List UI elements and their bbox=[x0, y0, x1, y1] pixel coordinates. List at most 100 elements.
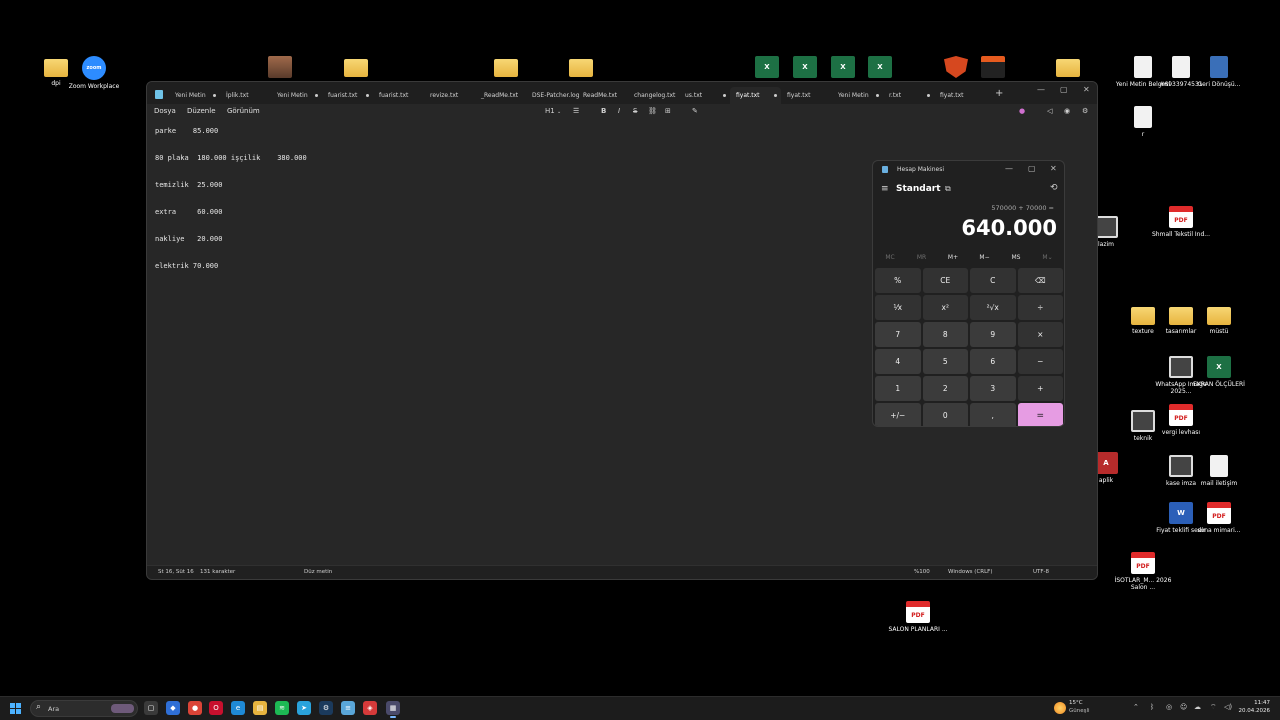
operator-button[interactable]: C bbox=[970, 268, 1016, 293]
notepad-tab[interactable]: fiyat.txt bbox=[730, 87, 781, 104]
operator-button[interactable]: % bbox=[875, 268, 921, 293]
desktop-icon[interactable]: X EKRAN ÖLÇÜLERİ bbox=[1189, 356, 1249, 388]
desktop-icon[interactable] bbox=[551, 56, 611, 80]
bluetooth-icon[interactable]: ᛒ bbox=[1150, 703, 1154, 711]
menu-edit[interactable]: Düzenle bbox=[187, 107, 216, 115]
notepad-tab[interactable]: Yeni Metin bbox=[832, 87, 883, 104]
notepad-tab[interactable]: revize.txt bbox=[424, 87, 475, 104]
notepad-tab[interactable]: changelog.txt bbox=[628, 87, 679, 104]
text-format[interactable]: Düz metin bbox=[304, 569, 332, 575]
notepad-tab[interactable]: Yeni Metin bbox=[169, 87, 220, 104]
clear-format-icon[interactable]: ✎ bbox=[692, 107, 698, 115]
gear-icon[interactable]: ⚙ bbox=[1082, 107, 1088, 115]
operator-button[interactable]: ²√x bbox=[970, 295, 1016, 320]
digit-button[interactable]: 2 bbox=[922, 376, 968, 401]
new-tab-button[interactable]: + bbox=[995, 87, 1003, 101]
edge-icon[interactable]: e bbox=[231, 701, 245, 715]
notepad-tab[interactable]: DSE-Patcher.log bbox=[526, 87, 580, 104]
account-icon[interactable]: ◉ bbox=[1064, 107, 1070, 115]
task-view-icon[interactable]: ▢ bbox=[144, 701, 158, 715]
unsaved-dot-icon[interactable] bbox=[366, 94, 369, 97]
operator-button[interactable]: CE bbox=[922, 268, 968, 293]
copilot-icon[interactable]: ● bbox=[1019, 107, 1025, 115]
unsaved-dot-icon[interactable] bbox=[723, 94, 726, 97]
clock-time[interactable]: 11:47 bbox=[1254, 700, 1270, 706]
unsaved-dot-icon[interactable] bbox=[213, 94, 216, 97]
digit-button[interactable]: 6 bbox=[970, 349, 1016, 374]
desktop-icon[interactable]: PDF sona mimari... bbox=[1189, 502, 1249, 534]
notepad-tab[interactable]: _ReadMe.txt bbox=[475, 87, 526, 104]
notepad-tab[interactable]: fuarist.txt bbox=[322, 87, 373, 104]
history-icon[interactable]: ⟲ bbox=[1050, 183, 1058, 193]
start-button[interactable] bbox=[10, 703, 21, 714]
notepad-titlebar[interactable]: Yeni Metin İplik.txt Yeni Metin fuarist.txt… bbox=[147, 82, 1097, 104]
desktop-icon[interactable]: zoom Zoom Workplace bbox=[64, 56, 124, 90]
digit-button[interactable]: +/− bbox=[875, 403, 921, 426]
cloud-icon[interactable]: ☁ bbox=[1194, 703, 1201, 711]
list-icon[interactable]: ☰ bbox=[573, 107, 579, 115]
memory-button[interactable]: M+ bbox=[937, 254, 969, 261]
notepad-tab[interactable]: r.txt bbox=[883, 87, 934, 104]
speaker-icon[interactable]: ◁) bbox=[1224, 703, 1232, 711]
digit-button[interactable]: 0 bbox=[922, 403, 968, 426]
desktop-icon[interactable]: X bbox=[850, 56, 910, 81]
minimize-icon[interactable]: — bbox=[1037, 85, 1045, 94]
digit-button[interactable]: 4 bbox=[875, 349, 921, 374]
desktop-icon[interactable]: mail iletişim bbox=[1189, 455, 1249, 487]
calculator-icon[interactable]: ▦ bbox=[386, 701, 400, 718]
desktop-icon[interactable] bbox=[326, 56, 386, 80]
notepad-icon[interactable]: ≡ bbox=[341, 701, 355, 715]
heading-dropdown[interactable]: H1 bbox=[545, 107, 555, 115]
megaphone-icon[interactable]: ◁ bbox=[1047, 107, 1052, 115]
close-icon[interactable]: ✕ bbox=[1050, 164, 1057, 173]
opera-icon[interactable]: O bbox=[209, 701, 223, 715]
network-icon[interactable]: ⌔ bbox=[1210, 703, 1217, 712]
desktop-icon[interactable] bbox=[963, 56, 1023, 81]
desktop-icon[interactable]: PDF SALON PLANLARI ... bbox=[888, 601, 948, 633]
menu-file[interactable]: Dosya bbox=[154, 107, 176, 115]
italic-button[interactable]: I bbox=[618, 107, 620, 115]
weather-temperature[interactable]: 15°C bbox=[1069, 700, 1083, 706]
telegram-icon[interactable]: ➤ bbox=[297, 701, 311, 715]
chrome-icon[interactable]: ● bbox=[188, 701, 202, 715]
notepad-tab[interactable]: fiyat.txt bbox=[934, 87, 985, 104]
desktop-icon[interactable]: PDF İSOTLAR_M... 2026 Salon ... bbox=[1113, 552, 1173, 591]
link-icon[interactable]: ⛓ bbox=[648, 107, 657, 115]
notepad-tab[interactable]: İplik.txt bbox=[220, 87, 271, 104]
discord-tray-icon[interactable]: ☺ bbox=[1180, 703, 1187, 711]
operator-button[interactable]: × bbox=[1017, 322, 1063, 347]
unsaved-dot-icon[interactable] bbox=[876, 94, 879, 97]
operator-button[interactable]: ÷ bbox=[1017, 295, 1063, 320]
desktop-icon[interactable]: r bbox=[1113, 106, 1173, 138]
notepad-tab[interactable]: fiyat.txt bbox=[781, 87, 832, 104]
unsaved-dot-icon[interactable] bbox=[315, 94, 318, 97]
desktop-icon[interactable] bbox=[476, 56, 536, 80]
operator-button[interactable]: ⅟x bbox=[875, 295, 921, 320]
memory-button[interactable]: M− bbox=[969, 254, 1001, 261]
anydesk-icon[interactable]: ◈ bbox=[363, 701, 377, 715]
notepad-tab[interactable]: ReadMe.txt bbox=[577, 87, 628, 104]
desktop-icon[interactable] bbox=[250, 56, 310, 81]
minimize-icon[interactable]: — bbox=[1005, 164, 1013, 173]
digit-button[interactable]: 5 bbox=[922, 349, 968, 374]
memory-button[interactable]: MS bbox=[1000, 254, 1032, 261]
desktop-icon[interactable] bbox=[1038, 56, 1098, 80]
desktop-icon[interactable]: PDF Shmall Tekstil Ind... bbox=[1151, 206, 1211, 238]
weather-sun-icon[interactable] bbox=[1054, 702, 1066, 714]
operator-button[interactable]: − bbox=[1017, 349, 1063, 374]
search-input[interactable]: Ara bbox=[48, 705, 59, 713]
digit-button[interactable]: 3 bbox=[970, 376, 1016, 401]
unsaved-dot-icon[interactable] bbox=[927, 94, 930, 97]
keep-on-top-icon[interactable]: ⧉ bbox=[945, 184, 951, 194]
notepad-tab[interactable]: us.txt bbox=[679, 87, 730, 104]
desktop-icon[interactable]: Geri Dönüşü... bbox=[1189, 56, 1249, 88]
operator-button[interactable]: x² bbox=[922, 295, 968, 320]
equals-button[interactable]: = bbox=[1017, 403, 1063, 426]
unsaved-dot-icon[interactable] bbox=[774, 94, 777, 97]
digit-button[interactable]: 8 bbox=[922, 322, 968, 347]
steam-tray-icon[interactable]: ◎ bbox=[1166, 703, 1172, 711]
digit-button[interactable]: 1 bbox=[875, 376, 921, 401]
notepad-tab[interactable]: Yeni Metin bbox=[271, 87, 322, 104]
operator-button[interactable]: + bbox=[1017, 376, 1063, 401]
search-box[interactable]: ⌕ Ara bbox=[30, 700, 138, 717]
